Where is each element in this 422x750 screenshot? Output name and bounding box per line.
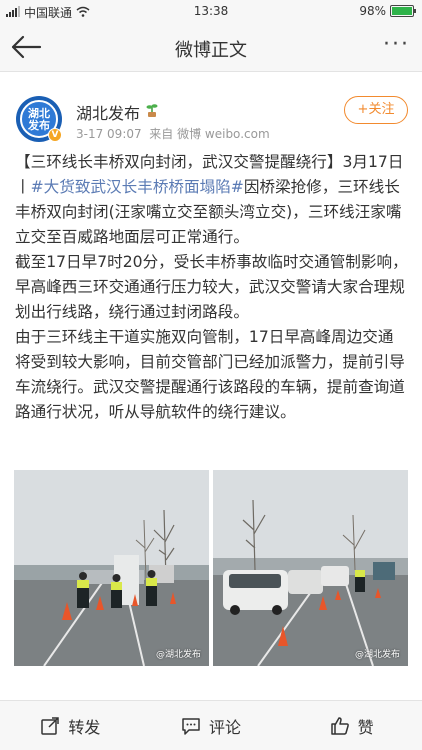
- post-image-2[interactable]: @湖北发布: [213, 470, 408, 666]
- post-meta: 3-17 09:07 来自 微博 weibo.com: [76, 125, 270, 142]
- author-row: 湖北发布: [76, 100, 160, 124]
- topic-link[interactable]: #大货致武汉长丰桥桥面塌陷#: [31, 178, 244, 196]
- paragraph-1: 【三环线长丰桥双向封闭，武汉交警提醒绕行】3月17日丨#大货致武汉长丰桥桥面塌陷…: [15, 150, 409, 250]
- repost-icon: [41, 716, 60, 735]
- paragraph-3: 由于三环线主干道实施双向管制，17日早高峰周边交通将受到较大影响，目前交管部门已…: [15, 328, 405, 421]
- paragraph-2: 截至17日早7时20分，受长丰桥事故临时交通管制影响，早高峰西三环交通通行压力较…: [15, 253, 408, 321]
- image-watermark: @湖北发布: [155, 650, 201, 660]
- traffic-jam-photo: [213, 470, 408, 666]
- post-source: 来自 微博 weibo.com: [149, 127, 270, 141]
- post-body: 【三环线长丰桥双向封闭，武汉交警提醒绕行】3月17日丨#大货致武汉长丰桥桥面塌陷…: [15, 150, 409, 425]
- status-bar: 中国联通 13:38 98%: [0, 0, 422, 22]
- comment-label: 评论: [209, 717, 242, 737]
- page-title: 微博正文: [175, 40, 247, 61]
- comment-button[interactable]: 评论: [141, 701, 282, 750]
- like-label: 赞: [357, 717, 374, 737]
- nav-bar: 微博正文 ···: [0, 22, 422, 72]
- battery-fill: [392, 7, 412, 15]
- repost-button[interactable]: 转发: [0, 701, 141, 750]
- comment-icon: [182, 717, 200, 735]
- plant-badge-icon: [144, 102, 160, 122]
- status-right: 98%: [359, 4, 416, 18]
- action-bar: 转发 评论 赞: [0, 700, 422, 750]
- like-button[interactable]: 赞: [281, 701, 422, 750]
- battery-percent: 98%: [359, 4, 386, 18]
- road-police-photo: [14, 470, 209, 666]
- repost-label: 转发: [68, 717, 101, 737]
- post-image-1[interactable]: @湖北发布: [14, 470, 209, 666]
- image-watermark: @湖北发布: [354, 650, 400, 660]
- more-options-icon[interactable]: ···: [383, 32, 410, 57]
- thumbs-up-icon: [330, 716, 349, 735]
- follow-button[interactable]: +关注: [344, 96, 408, 124]
- verified-badge-icon: V: [48, 128, 62, 142]
- author-name[interactable]: 湖北发布: [76, 100, 140, 124]
- post-time: 3-17 09:07: [76, 127, 142, 141]
- battery-icon: [390, 5, 416, 17]
